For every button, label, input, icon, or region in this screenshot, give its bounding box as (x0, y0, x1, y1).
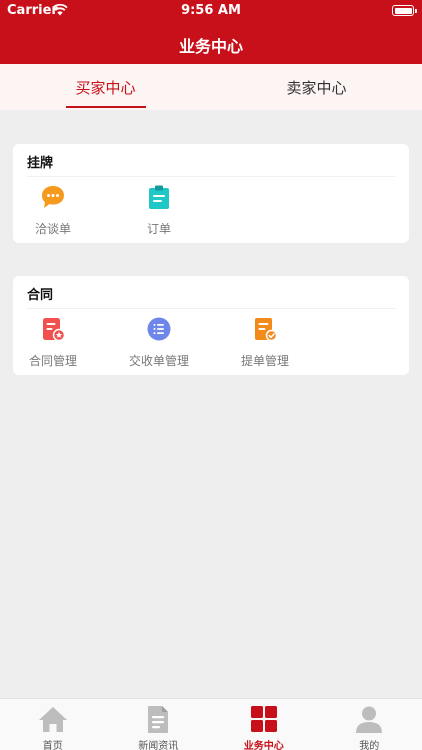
contract-icon (43, 318, 66, 342)
negotiation-order-item[interactable]: 洽谈单 (13, 184, 93, 237)
tabbar-label: 我的 (359, 741, 380, 750)
tabbar-item-business-center[interactable]: 业务中心 (211, 699, 317, 750)
home-icon (38, 707, 67, 732)
tabbar-label: 首页 (42, 741, 63, 750)
divider (27, 308, 395, 309)
order-label: 订单 (146, 222, 171, 236)
tabbar-item-mine[interactable]: 我的 (317, 699, 422, 750)
status-time: 9:56 AM (181, 3, 241, 18)
clipboard-icon (149, 185, 169, 209)
negotiation-order-label: 洽谈单 (34, 222, 71, 236)
news-icon (148, 706, 169, 733)
user-icon (356, 706, 383, 733)
contract-management-item[interactable]: 合同管理 (13, 316, 93, 369)
grid-icon (250, 706, 277, 732)
page-title: 业务中心 (178, 37, 243, 56)
tabbar-item-home[interactable]: 首页 (0, 699, 106, 750)
order-item[interactable]: 订单 (119, 184, 199, 237)
tabbar-label: 新闻资讯 (138, 741, 179, 750)
bill-of-lading-management-item[interactable]: 提单管理 (225, 316, 305, 369)
contract-section-title: 合同 (27, 288, 54, 303)
contract-management-label: 合同管理 (28, 354, 77, 368)
listing-card: 挂牌 洽谈单 订单 (13, 144, 409, 243)
battery-icon (392, 5, 417, 16)
bill-of-lading-management-label: 提单管理 (240, 354, 289, 368)
divider (27, 176, 395, 177)
delivery-order-management-label: 交收单管理 (128, 354, 189, 368)
status-bar: Carrier 9:56 AM (0, 0, 422, 22)
tabbar-label: 业务中心 (243, 741, 284, 750)
contract-card: 合同 合同管理 交收单管理 提单管理 (13, 276, 409, 375)
bill-check-icon (255, 318, 278, 342)
chat-bubble-icon (42, 186, 64, 208)
listing-section-title: 挂牌 (27, 156, 54, 171)
list-circle-icon (147, 317, 171, 341)
tab-buyer-center[interactable]: 买家中心 (0, 64, 211, 110)
bottom-tab-bar: 首页 新闻资讯 业务中心 我的 (0, 698, 422, 750)
tab-seller-center[interactable]: 卖家中心 (211, 64, 422, 110)
delivery-order-management-item[interactable]: 交收单管理 (119, 316, 199, 369)
tabbar-item-news[interactable]: 新闻资讯 (106, 699, 212, 750)
header: Carrier 9:56 AM 业务中心 (0, 0, 422, 64)
segment-tabs: 买家中心 卖家中心 (0, 64, 422, 110)
